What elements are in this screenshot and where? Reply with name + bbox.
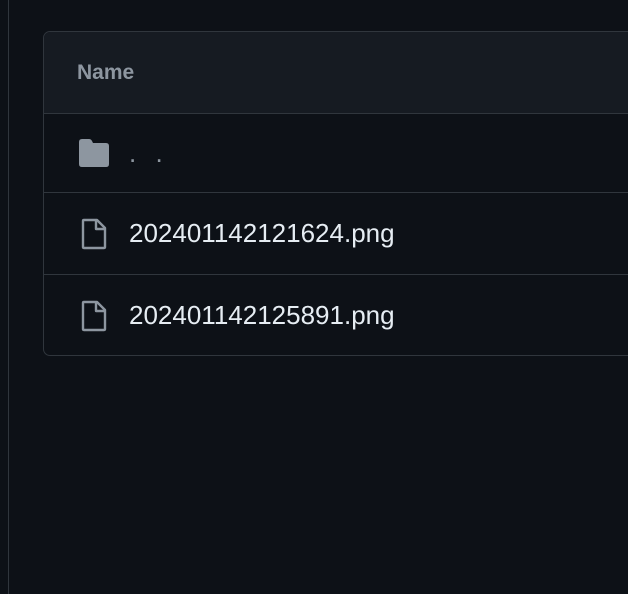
folder-icon xyxy=(76,135,112,171)
parent-directory-link[interactable]: . . xyxy=(129,138,169,169)
file-link[interactable]: 202401142125891.png xyxy=(129,300,395,331)
file-icon xyxy=(76,216,112,252)
file-row[interactable]: 202401142125891.png xyxy=(44,275,628,355)
left-divider xyxy=(8,0,9,594)
table-header: Name xyxy=(44,32,628,114)
file-link[interactable]: 202401142121624.png xyxy=(129,218,395,249)
parent-directory-row[interactable]: . . xyxy=(44,114,628,193)
file-icon xyxy=(76,298,112,334)
name-column-header: Name xyxy=(77,60,135,84)
file-row[interactable]: 202401142121624.png xyxy=(44,193,628,275)
file-table: Name . . 202401142121624.png 20240114212… xyxy=(43,31,628,356)
